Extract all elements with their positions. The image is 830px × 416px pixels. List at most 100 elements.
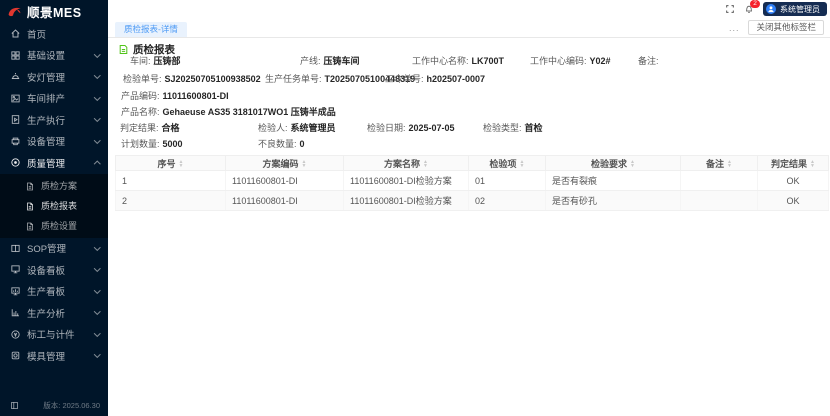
sidebar-subitem-label: 质检设置 xyxy=(41,219,77,232)
tab-more-menu[interactable]: ... xyxy=(729,23,740,33)
sort-icon: ▲▼ xyxy=(302,160,307,168)
cell-remark xyxy=(681,171,758,191)
field-product-name: 产品名称:Gehaeuse AS35 3181017WO1 压铸半成品 xyxy=(121,106,336,118)
username-label: 系统管理员 xyxy=(780,4,820,15)
sidebar-item-label: 首页 xyxy=(27,27,46,41)
andon-icon xyxy=(10,71,21,82)
sidebar-subitem-inspection-report[interactable]: 质检报表 xyxy=(0,196,108,216)
chevron-down-icon xyxy=(94,94,100,100)
production-board-icon xyxy=(10,286,21,297)
sidebar-item-production-exec[interactable]: 生产执行 xyxy=(0,109,108,131)
cell-result: OK xyxy=(758,191,829,211)
chevron-down-icon xyxy=(94,115,100,121)
chevron-down-icon xyxy=(94,51,100,57)
sort-icon: ▲▼ xyxy=(520,160,525,168)
fullscreen-icon[interactable] xyxy=(725,4,735,14)
field-inspection-no: 检验单号:SJ20250705100938502 xyxy=(123,73,261,85)
sidebar: 顺景MES 首页 基础设置 安灯管理 车间排产 生产执行 设备管理 质量管理 xyxy=(0,0,108,416)
sidebar-item-label: 生产执行 xyxy=(27,113,65,127)
chevron-down-icon xyxy=(94,265,100,271)
sidebar-item-base-settings[interactable]: 基础设置 xyxy=(0,45,108,67)
sidebar-item-quality[interactable]: 质量管理 xyxy=(0,152,108,174)
column-header-plan-name[interactable]: 方案名称▲▼ xyxy=(344,156,469,171)
cell-plan-code: 11011600801-DI xyxy=(226,171,344,191)
user-menu[interactable]: 系统管理员 xyxy=(763,2,827,16)
column-header-plan-code[interactable]: 方案编码▲▼ xyxy=(226,156,344,171)
sidebar-item-label: 标工与计件 xyxy=(27,327,75,341)
notifications-bell[interactable]: 2 xyxy=(744,4,754,14)
device-board-icon xyxy=(10,264,21,275)
column-header-seq[interactable]: 序号▲▼ xyxy=(116,156,226,171)
column-header-result[interactable]: 判定结果▲▼ xyxy=(758,156,829,171)
app-logo[interactable]: 顺景MES xyxy=(0,0,108,23)
sidebar-item-andon[interactable]: 安灯管理 xyxy=(0,66,108,88)
topbar: 2 系统管理员 xyxy=(108,0,830,18)
file-icon xyxy=(25,221,35,231)
cell-item: 02 xyxy=(469,191,546,211)
field-judge-result: 判定结果:合格 xyxy=(120,122,180,134)
app-title: 顺景MES xyxy=(27,2,82,21)
sort-icon: ▲▼ xyxy=(810,160,815,168)
column-header-requirement[interactable]: 检验要求▲▼ xyxy=(546,156,681,171)
chevron-down-icon xyxy=(94,137,100,143)
cell-plan-name: 11011600801-DI检验方案 xyxy=(344,171,469,191)
sidebar-item-label: 模具管理 xyxy=(27,349,65,363)
table-header-row: 序号▲▼ 方案编码▲▼ 方案名称▲▼ 检验项▲▼ 检验要求▲▼ 备注▲▼ 判定结… xyxy=(116,156,829,171)
field-workcenter-code: 工作中心编码:Y02# xyxy=(530,55,611,67)
sop-icon xyxy=(10,243,21,254)
column-header-item[interactable]: 检验项▲▼ xyxy=(469,156,546,171)
sidebar-item-equipment[interactable]: 设备管理 xyxy=(0,131,108,153)
sidebar-item-label: SOP管理 xyxy=(27,241,66,255)
equipment-icon xyxy=(10,136,21,147)
sidebar-item-production-board[interactable]: 生产看板 xyxy=(0,281,108,303)
chevron-up-icon xyxy=(94,161,100,167)
field-line: 产线:压铸车间 xyxy=(300,55,360,67)
close-other-tabs-button[interactable]: 关闭其他标签栏 xyxy=(748,20,824,35)
field-defect-qty: 不良数量:0 xyxy=(258,138,305,150)
sort-icon: ▲▼ xyxy=(423,160,428,168)
chevron-down-icon xyxy=(94,244,100,250)
report-detail-panel: 质检报表 车间:压铸部 产线:压铸车间 工作中心名称:LK700T 工作中心编码… xyxy=(108,38,830,416)
quality-submenu: 质检方案 质检报表 质检设置 xyxy=(0,174,108,238)
sidebar-item-label: 基础设置 xyxy=(27,48,65,62)
table-row[interactable]: 2 11011600801-DI 11011600801-DI检验方案 02 是… xyxy=(116,191,829,211)
table-row[interactable]: 1 11011600801-DI 11011600801-DI检验方案 01 是… xyxy=(116,171,829,191)
sidebar-item-piecework[interactable]: 标工与计件 xyxy=(0,324,108,346)
tab-inspection-report-detail[interactable]: 质检报表-详情 xyxy=(115,22,187,37)
field-work-order-no: 工令单号:h202507-0007 xyxy=(385,73,485,85)
sidebar-subitem-label: 质检方案 xyxy=(41,179,77,192)
sidebar-item-scheduling[interactable]: 车间排产 xyxy=(0,88,108,110)
notification-badge: 2 xyxy=(750,0,760,8)
chevron-down-icon xyxy=(94,72,100,78)
chevron-down-icon xyxy=(94,287,100,293)
sidebar-subitem-inspection-plan[interactable]: 质检方案 xyxy=(0,176,108,196)
inspection-items-table: 序号▲▼ 方案编码▲▼ 方案名称▲▼ 检验项▲▼ 检验要求▲▼ 备注▲▼ 判定结… xyxy=(115,155,828,211)
cell-item: 01 xyxy=(469,171,546,191)
sidebar-item-label: 设备看板 xyxy=(27,263,65,277)
main-panel: 2 系统管理员 质检报表-详情 ... 关闭其他标签栏 质检报表 车间:压铸部 … xyxy=(108,0,830,416)
sidebar-item-label: 安灯管理 xyxy=(27,70,65,84)
sidebar-item-label: 生产看板 xyxy=(27,284,65,298)
sidebar-subitem-inspection-settings[interactable]: 质检设置 xyxy=(0,216,108,236)
column-header-remark[interactable]: 备注▲▼ xyxy=(681,156,758,171)
field-workcenter-name: 工作中心名称:LK700T xyxy=(412,55,504,67)
settings-icon xyxy=(10,50,21,61)
chevron-down-icon xyxy=(94,330,100,336)
field-product-code: 产品编码:11011600801-DI xyxy=(121,90,229,102)
report-doc-icon xyxy=(118,44,129,55)
home-icon xyxy=(10,28,21,39)
sidebar-item-home[interactable]: 首页 xyxy=(0,23,108,45)
cell-requirement: 是否有裂痕 xyxy=(546,171,681,191)
cell-requirement: 是否有砂孔 xyxy=(546,191,681,211)
sidebar-subitem-label: 质检报表 xyxy=(41,199,77,212)
cell-plan-code: 11011600801-DI xyxy=(226,191,344,211)
field-inspection-date: 检验日期:2025-07-05 xyxy=(367,122,455,134)
chevron-down-icon xyxy=(94,308,100,314)
sidebar-item-production-analysis[interactable]: 生产分析 xyxy=(0,302,108,324)
sidebar-item-mold[interactable]: 模具管理 xyxy=(0,345,108,367)
field-inspection-type: 检验类型:首检 xyxy=(483,122,543,134)
sidebar-item-sop[interactable]: SOP管理 xyxy=(0,238,108,260)
sidebar-item-equipment-board[interactable]: 设备看板 xyxy=(0,259,108,281)
cell-seq: 2 xyxy=(116,191,226,211)
collapse-icon[interactable] xyxy=(10,401,19,410)
